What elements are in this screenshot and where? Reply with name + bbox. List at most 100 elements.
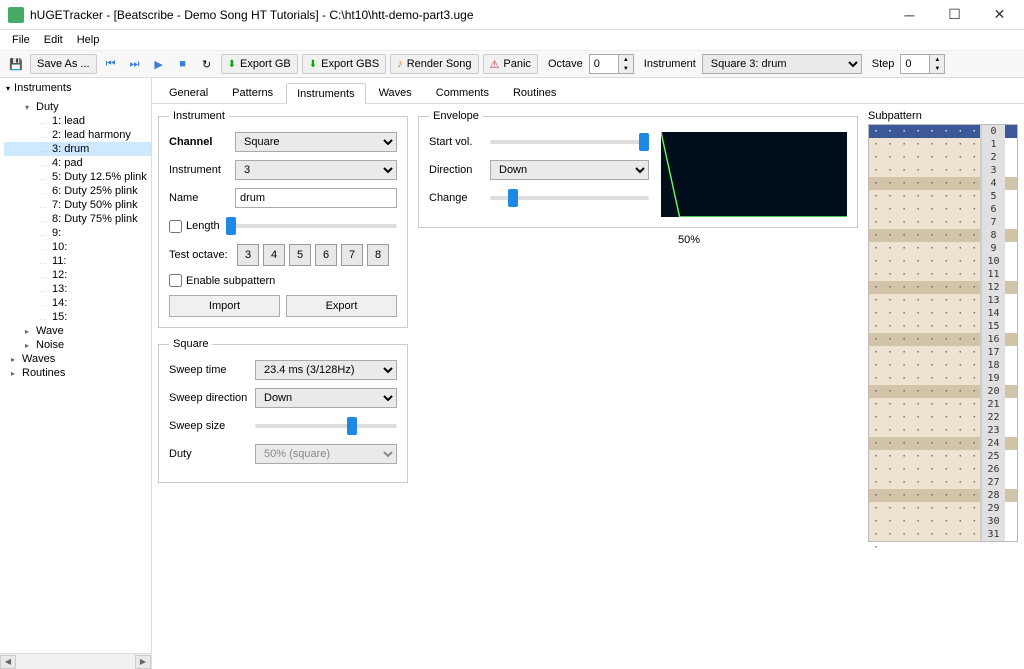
spin-down-icon[interactable]: ▼ (619, 64, 633, 73)
name-input[interactable] (235, 188, 397, 208)
test-octave-8[interactable]: 8 (367, 244, 389, 266)
subpattern-row[interactable]: · · · · · · · · ·3 (869, 164, 1017, 177)
sidebar-item[interactable]: ▾Duty (4, 100, 151, 114)
tab-routines[interactable]: Routines (502, 82, 567, 103)
subpattern-row[interactable]: · · · · · · · · ·21 (869, 398, 1017, 411)
tab-patterns[interactable]: Patterns (221, 82, 284, 103)
scroll-left-icon[interactable]: ◀ (0, 655, 16, 669)
play-button[interactable]: ▶ (149, 54, 169, 74)
channel-select[interactable]: Square (235, 132, 397, 152)
sidebar-item[interactable]: …12: (4, 268, 151, 282)
spin-down-icon[interactable]: ▼ (930, 64, 944, 73)
subpattern-row[interactable]: · · · · · · · · ·22 (869, 411, 1017, 424)
length-slider[interactable] (226, 216, 397, 236)
subpattern-row[interactable]: · · · · · · · · ·26 (869, 463, 1017, 476)
menu-edit[interactable]: Edit (38, 32, 69, 48)
sidebar-item[interactable]: …4: pad (4, 156, 151, 170)
tab-general[interactable]: General (158, 82, 219, 103)
sweep-size-slider[interactable] (255, 416, 397, 436)
start-vol-slider[interactable] (490, 132, 649, 152)
sidebar-item[interactable]: …7: Duty 50% plink (4, 198, 151, 212)
menu-file[interactable]: File (6, 32, 36, 48)
instrument-select[interactable]: Square 3: drum (702, 54, 862, 74)
save-icon[interactable]: 💾 (6, 54, 26, 74)
sidebar-item[interactable]: …13: (4, 282, 151, 296)
subpattern-row[interactable]: · · · · · · · · ·12 (869, 281, 1017, 294)
subpattern-row[interactable]: · · · · · · · · ·13 (869, 294, 1017, 307)
test-octave-4[interactable]: 4 (263, 244, 285, 266)
prev-button[interactable]: ⏮ (101, 54, 121, 74)
change-slider[interactable] (490, 188, 649, 208)
subpattern-row[interactable]: · · · · · · · · ·29 (869, 502, 1017, 515)
loop-button[interactable]: ↻ (197, 54, 217, 74)
subpattern-row[interactable]: · · · · · · · · ·15 (869, 320, 1017, 333)
test-octave-6[interactable]: 6 (315, 244, 337, 266)
subpattern-row[interactable]: · · · · · · · · ·23 (869, 424, 1017, 437)
subpattern-row[interactable]: · · · · · · · · ·30 (869, 515, 1017, 528)
test-octave-7[interactable]: 7 (341, 244, 363, 266)
sidebar-item[interactable]: …8: Duty 75% plink (4, 212, 151, 226)
export-gbs-button[interactable]: ⬇Export GBS (302, 54, 386, 74)
subpattern-row[interactable]: · · · · · · · · ·17 (869, 346, 1017, 359)
export-button[interactable]: Export (286, 295, 397, 317)
subpattern-row[interactable]: · · · · · · · · ·20 (869, 385, 1017, 398)
tab-instruments[interactable]: Instruments (286, 83, 365, 104)
sidebar-item[interactable]: …2: lead harmony (4, 128, 151, 142)
enable-subpattern-label[interactable]: Enable subpattern (169, 274, 275, 287)
subpattern-row[interactable]: · · · · · · · · ·19 (869, 372, 1017, 385)
render-song-button[interactable]: ♪Render Song (390, 54, 478, 74)
sidebar-item[interactable]: …11: (4, 254, 151, 268)
sidebar-item[interactable]: ▸Waves (4, 352, 151, 366)
spin-up-icon[interactable]: ▲ (930, 55, 944, 64)
sidebar-item[interactable]: …14: (4, 296, 151, 310)
sidebar-item[interactable]: ▸Routines (4, 366, 151, 380)
sidebar-header[interactable]: Instruments (0, 78, 151, 98)
instrument-num-select[interactable]: 3 (235, 160, 397, 180)
subpattern-row[interactable]: · · · · · · · · ·31 (869, 528, 1017, 541)
maximize-button[interactable]: ☐ (932, 1, 977, 29)
subpattern-row[interactable]: · · · · · · · · ·14 (869, 307, 1017, 320)
subpattern-row[interactable]: · · · · · · · · ·2 (869, 151, 1017, 164)
subpattern-row[interactable]: · · · · · · · · ·18 (869, 359, 1017, 372)
sidebar-item[interactable]: …10: (4, 240, 151, 254)
octave-spinner[interactable]: ▲▼ (589, 54, 634, 74)
subpattern-row[interactable]: · · · · · · · · ·8 (869, 229, 1017, 242)
length-checkbox[interactable] (169, 220, 182, 233)
tab-comments[interactable]: Comments (425, 82, 500, 103)
sidebar-item[interactable]: …5: Duty 12.5% plink (4, 170, 151, 184)
close-button[interactable]: ✕ (977, 1, 1022, 29)
tab-waves[interactable]: Waves (368, 82, 423, 103)
scroll-right-icon[interactable]: ▶ (135, 655, 151, 669)
stop-button[interactable]: ■ (173, 54, 193, 74)
length-check-label[interactable]: Length (169, 220, 220, 233)
duty-select[interactable]: 50% (square) (255, 444, 397, 464)
enable-subpattern-checkbox[interactable] (169, 274, 182, 287)
subpattern-row[interactable]: · · · · · · · · ·11 (869, 268, 1017, 281)
step-input[interactable] (900, 54, 930, 74)
subpattern-row[interactable]: · · · · · · · · ·4 (869, 177, 1017, 190)
spin-up-icon[interactable]: ▲ (619, 55, 633, 64)
sidebar-item[interactable]: ▸Noise (4, 338, 151, 352)
subpattern-row[interactable]: · · · · · · · · ·0 (869, 125, 1017, 138)
subpattern-row[interactable]: · · · · · · · · ·28 (869, 489, 1017, 502)
subpattern-row[interactable]: · · · · · · · · ·9 (869, 242, 1017, 255)
sidebar-item[interactable]: ▸Wave (4, 324, 151, 338)
subpattern-row[interactable]: · · · · · · · · ·10 (869, 255, 1017, 268)
octave-input[interactable] (589, 54, 619, 74)
subpattern-row[interactable]: · · · · · · · · ·5 (869, 190, 1017, 203)
subpattern-row[interactable]: · · · · · · · · ·1 (869, 138, 1017, 151)
subpattern-row[interactable]: · · · · · · · · ·6 (869, 203, 1017, 216)
save-as-button[interactable]: Save As ... (30, 54, 97, 74)
test-octave-3[interactable]: 3 (237, 244, 259, 266)
export-gb-button[interactable]: ⬇Export GB (221, 54, 298, 74)
sweep-time-select[interactable]: 23.4 ms (3/128Hz) (255, 360, 397, 380)
sidebar-scrollbar[interactable]: ◀ ▶ (0, 653, 151, 669)
subpattern-row[interactable]: · · · · · · · · ·16 (869, 333, 1017, 346)
sidebar-item[interactable]: …6: Duty 25% plink (4, 184, 151, 198)
subpattern-grid[interactable]: · · · · · · · · ·0· · · · · · · · ·1· · … (868, 124, 1018, 542)
subpattern-row[interactable]: · · · · · · · · ·27 (869, 476, 1017, 489)
import-button[interactable]: Import (169, 295, 280, 317)
menu-help[interactable]: Help (71, 32, 106, 48)
test-octave-5[interactable]: 5 (289, 244, 311, 266)
sidebar-item[interactable]: …3: drum (4, 142, 151, 156)
